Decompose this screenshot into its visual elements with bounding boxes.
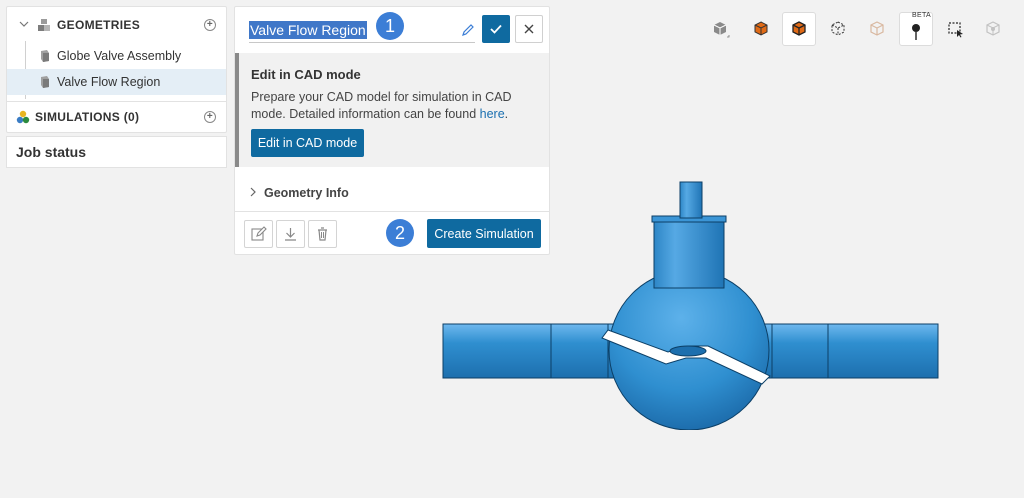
cad-mode-text: Prepare your CAD model for simulation in… [251, 90, 512, 121]
probe-icon [912, 24, 920, 40]
view-cube-icon [713, 22, 730, 38]
geometries-header[interactable]: GEOMETRIES + [7, 7, 226, 43]
box-select-button[interactable] [939, 12, 973, 46]
solid-edges-view-button[interactable] [782, 12, 816, 46]
solid-view-button[interactable] [744, 12, 778, 46]
check-icon [490, 24, 502, 34]
geometries-label: GEOMETRIES [57, 18, 141, 32]
box-select-icon [948, 22, 963, 38]
hidden-parts-button[interactable] [976, 12, 1010, 46]
tree-item-valve-flow-region[interactable]: Valve Flow Region [7, 69, 226, 95]
download-button[interactable] [276, 220, 305, 248]
view-cube-button[interactable] [703, 12, 737, 46]
edit-button[interactable] [244, 220, 273, 248]
simulations-label: SIMULATIONS (0) [35, 110, 140, 124]
cad-mode-title: Edit in CAD mode [251, 67, 361, 82]
cad-mode-text-end: . [504, 107, 509, 121]
tree-item-label: Valve Flow Region [57, 75, 161, 89]
close-icon [524, 24, 534, 34]
add-geometry-button[interactable]: + [204, 19, 216, 31]
transparent-icon [870, 21, 884, 36]
cad-mode-description: Prepare your CAD model for simulation in… [251, 89, 541, 123]
step-badge-2: 2 [386, 219, 414, 247]
pencil-icon[interactable] [461, 23, 475, 37]
hidden-icon [986, 21, 1000, 36]
transparent-view-button[interactable] [860, 12, 894, 46]
edit-icon [251, 226, 267, 241]
simulation-icon [16, 110, 30, 124]
part-icon [39, 49, 53, 63]
geometry-info-label: Geometry Info [264, 186, 349, 200]
solid-view-icon [754, 21, 768, 36]
add-simulation-button[interactable]: + [204, 111, 216, 123]
geometry-tree-panel: GEOMETRIES + Globe Valve Assembly Valve … [6, 6, 227, 133]
beta-badge: BETA [912, 12, 931, 19]
tree-item-label: Globe Valve Assembly [57, 49, 182, 63]
geometry-name-selected-text: Valve Flow Region [249, 21, 367, 39]
delete-button[interactable] [308, 220, 337, 248]
simulations-header[interactable]: SIMULATIONS (0) + [7, 102, 226, 132]
chevron-down-icon[interactable] [18, 18, 30, 30]
solid-edges-icon [792, 21, 806, 36]
wireframe-icon [831, 21, 845, 36]
cad-mode-info: Edit in CAD mode Prepare your CAD model … [235, 53, 549, 167]
chevron-right-icon [249, 186, 257, 200]
download-icon [285, 228, 296, 241]
confirm-name-button[interactable] [482, 15, 510, 43]
wireframe-view-button[interactable] [821, 12, 855, 46]
cancel-name-button[interactable] [515, 15, 543, 43]
valve-flow-region-model[interactable] [440, 180, 940, 430]
edit-in-cad-mode-button[interactable]: Edit in CAD mode [251, 129, 364, 157]
job-status-label: Job status [16, 144, 87, 160]
part-icon [39, 75, 53, 89]
job-status-panel[interactable]: Job status [6, 136, 227, 168]
cad-help-link[interactable]: here [480, 107, 505, 121]
trash-icon [318, 227, 327, 241]
tree-item-globe-valve-assembly[interactable]: Globe Valve Assembly [7, 43, 226, 69]
geometry-stack-icon [37, 18, 51, 32]
step-badge-1: 1 [376, 12, 404, 40]
